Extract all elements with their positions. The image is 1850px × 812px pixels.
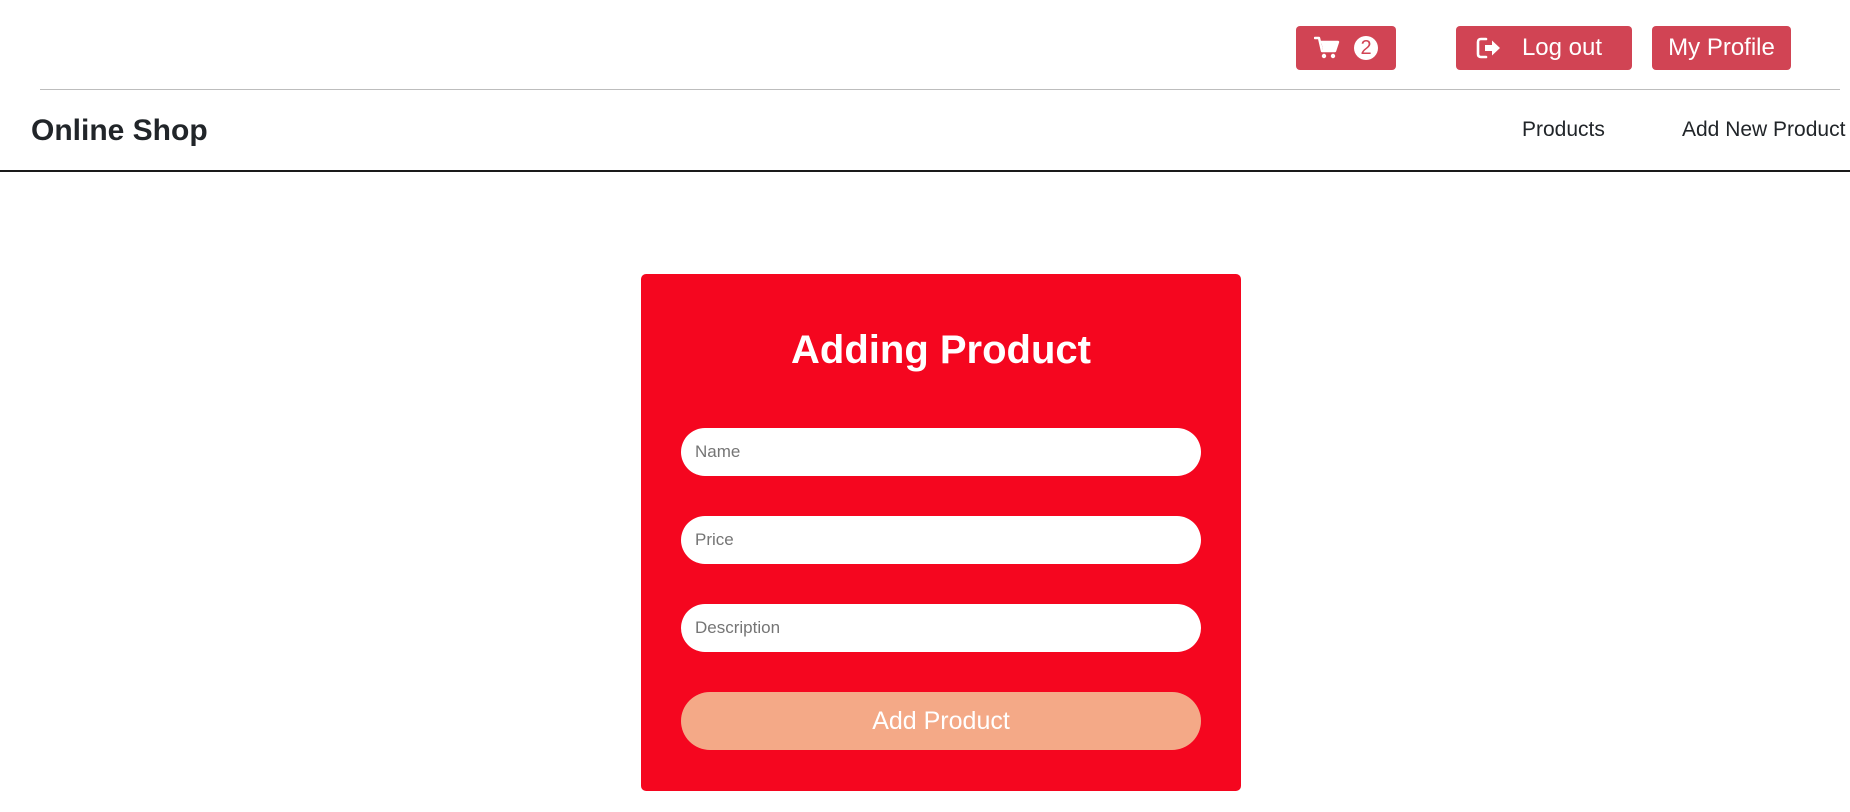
nav-link-add-new-product[interactable]: Add New Product [1682, 118, 1845, 142]
add-product-label: Add Product [872, 706, 1010, 735]
main-navbar: Online Shop Products Add New Product [0, 90, 1850, 172]
add-product-button[interactable]: Add Product [681, 692, 1201, 750]
form-title: Adding Product [791, 328, 1091, 372]
logout-label: Log out [1521, 34, 1603, 61]
cart-count-badge: 2 [1354, 36, 1378, 60]
nav-link-products[interactable]: Products [1522, 118, 1605, 142]
my-profile-button[interactable]: My Profile [1652, 26, 1791, 70]
add-product-card: Adding Product Add Product [641, 274, 1241, 791]
cart-button[interactable]: 2 [1296, 26, 1396, 70]
shopping-cart-icon [1314, 36, 1340, 60]
my-profile-label: My Profile [1668, 34, 1775, 61]
product-description-input[interactable] [681, 604, 1201, 652]
product-name-input[interactable] [681, 428, 1201, 476]
top-bar: 2 Log out My Profile [0, 0, 1850, 90]
product-price-input[interactable] [681, 516, 1201, 564]
logout-button[interactable]: Log out [1456, 26, 1632, 70]
brand-title[interactable]: Online Shop [31, 114, 208, 148]
sign-out-icon [1476, 37, 1502, 59]
